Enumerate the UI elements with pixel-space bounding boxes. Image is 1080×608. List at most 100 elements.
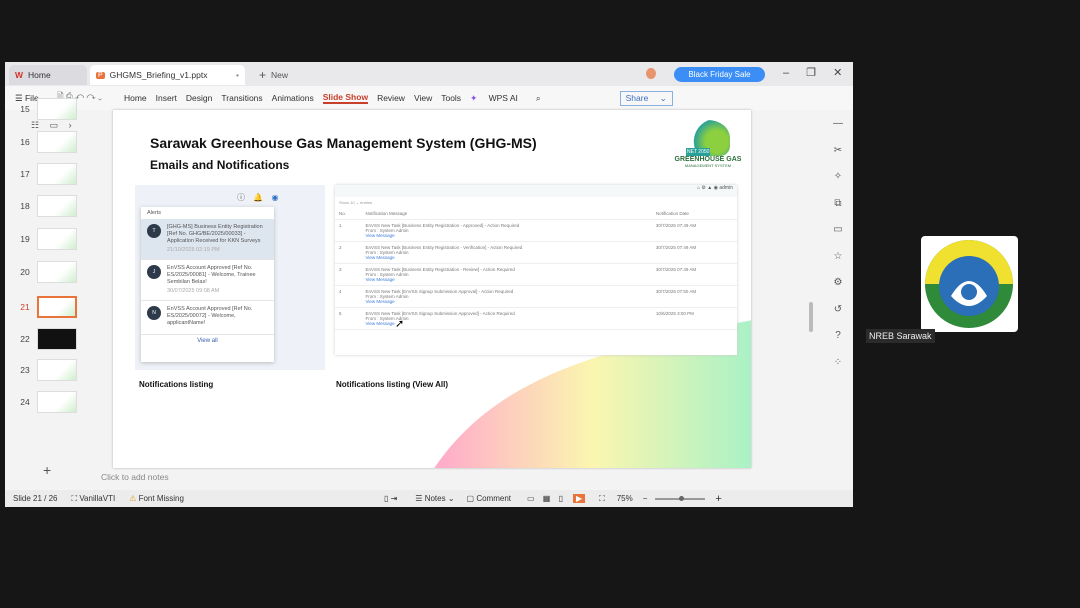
slide-number: 21 bbox=[20, 302, 30, 312]
notes-toggle[interactable]: ☰ Notes ⌄ bbox=[415, 494, 454, 503]
menu-home[interactable]: Home bbox=[124, 93, 147, 103]
slide-thumbnail[interactable]: 21 bbox=[13, 293, 93, 321]
view-message-link[interactable]: View Message bbox=[365, 321, 647, 326]
view-all-link[interactable]: View all bbox=[141, 335, 274, 344]
share-label: Share bbox=[625, 92, 649, 103]
theme-label[interactable]: ⛶ VanillaVTI bbox=[71, 494, 115, 504]
alert-text: [GHG-MS] Business Entity Registration [R… bbox=[167, 224, 263, 244]
row-date: 30/7/2025 07:50 AM bbox=[651, 285, 737, 308]
avatar[interactable] bbox=[646, 68, 656, 79]
menu-animations[interactable]: Animations bbox=[272, 93, 314, 103]
alerts-screenshot: ⓘ 🔔 ◉ Alerts T [GHG-MS] Business Entity R… bbox=[135, 185, 325, 370]
slide-thumbnail[interactable]: 17 bbox=[13, 160, 93, 188]
magic-icon[interactable]: ✧ bbox=[831, 171, 845, 185]
view-message-link[interactable]: View Message bbox=[365, 255, 647, 260]
fit-icon[interactable]: ⛶ bbox=[599, 494, 605, 504]
menu-slide-show[interactable]: Slide Show bbox=[322, 92, 369, 104]
slide-preview bbox=[37, 163, 77, 185]
page-size-select[interactable]: 10 bbox=[350, 200, 354, 205]
menu-transitions[interactable]: Transitions bbox=[221, 93, 262, 103]
alert-date: 21/10/2025 02:19 PM bbox=[167, 247, 220, 253]
menu-insert[interactable]: Insert bbox=[156, 93, 177, 103]
view-message-link[interactable]: View Message bbox=[365, 299, 647, 304]
view-message-link[interactable]: View Message bbox=[365, 233, 647, 238]
play-slideshow-icon[interactable]: ▶ bbox=[572, 494, 586, 503]
wps-window: W Home P GHGMS_Briefing_v1.pptx • + New Blac… bbox=[5, 62, 853, 507]
slide-thumbnail[interactable]: 22 bbox=[13, 325, 93, 353]
caption-left: Notifications listing bbox=[139, 380, 214, 389]
view-message-link[interactable]: View Message bbox=[365, 277, 647, 282]
row-no: 4 bbox=[335, 285, 362, 308]
tab-label: Home bbox=[28, 70, 51, 80]
view-mode-icons[interactable]: ▭ ▦ ▯ bbox=[527, 494, 563, 503]
slide-number: 18 bbox=[20, 201, 30, 211]
tab-document[interactable]: P GHGMS_Briefing_v1.pptx • bbox=[90, 65, 245, 85]
zoom-in-button[interactable]: + bbox=[715, 493, 721, 505]
black-friday-button[interactable]: Black Friday Sale bbox=[674, 67, 765, 82]
menu-tools[interactable]: Tools bbox=[441, 93, 461, 103]
settings-icon[interactable]: ⚙ bbox=[831, 277, 845, 291]
warning-icon: ⚠ bbox=[129, 494, 137, 503]
col-date: Notification Date bbox=[651, 208, 737, 220]
zoom-level[interactable]: 75% bbox=[617, 494, 633, 503]
zoom-slider[interactable] bbox=[655, 495, 706, 501]
slide-canvas[interactable]: Sarawak Greenhouse Gas Management System… bbox=[113, 110, 751, 468]
new-tab-button[interactable]: + New bbox=[253, 65, 294, 85]
row-date: 10/6/2025 3:00 PM bbox=[651, 307, 737, 330]
minus-icon[interactable]: — bbox=[831, 118, 845, 132]
slide-thumbnail[interactable]: 18 bbox=[13, 192, 93, 220]
menu-design[interactable]: Design bbox=[186, 93, 212, 103]
view-icons[interactable]: ▯ ⇥ bbox=[384, 494, 397, 503]
slide-number: 24 bbox=[20, 397, 30, 407]
grid-icon[interactable]: ⁘ bbox=[831, 357, 845, 371]
share-button[interactable]: Share ⌄ bbox=[619, 90, 673, 106]
slide-title: Sarawak Greenhouse Gas Management System… bbox=[150, 135, 537, 151]
slide-thumbnail[interactable]: 24 bbox=[13, 388, 93, 416]
slide-preview bbox=[37, 131, 77, 153]
close-tab-icon[interactable]: • bbox=[236, 70, 239, 80]
slide-thumbnail[interactable]: 19 bbox=[13, 225, 93, 253]
window-controls[interactable]: – ❐ ✕ bbox=[783, 66, 842, 79]
slide-preview bbox=[37, 359, 77, 381]
zoom-out-button[interactable]: − bbox=[643, 494, 648, 503]
tools-icon[interactable]: ✂ bbox=[831, 145, 845, 159]
alert-avatar: T bbox=[147, 224, 161, 238]
slide-thumbnail[interactable]: 16 bbox=[13, 128, 93, 156]
alert-item[interactable]: N EnVSS Account Approved [Ref No. ES/2025… bbox=[141, 301, 274, 335]
notes-label: Notes bbox=[424, 494, 446, 503]
plus-icon: + bbox=[259, 68, 267, 82]
col-no: No. bbox=[335, 208, 362, 220]
slide-thumbnail[interactable]: 15 bbox=[13, 95, 93, 123]
slide-thumbnail[interactable]: 20 bbox=[13, 258, 93, 286]
slide-counter: Slide 21 / 26 bbox=[13, 494, 58, 503]
menu-wps-ai[interactable]: ✦ WPS AI bbox=[470, 93, 527, 104]
tab-home[interactable]: W Home bbox=[9, 65, 87, 85]
user-label: admin bbox=[719, 185, 733, 191]
notes-field[interactable]: Click to add notes bbox=[93, 468, 813, 490]
alert-item[interactable]: J EnVSS Account Approved [Ref No. ES/2025… bbox=[141, 260, 274, 301]
help-icon[interactable]: ? bbox=[831, 330, 845, 344]
participant-video-tile[interactable] bbox=[921, 236, 1018, 332]
menu-review[interactable]: Review bbox=[377, 93, 405, 103]
scrollbar[interactable] bbox=[809, 302, 813, 332]
sparkle-icon: ✦ bbox=[470, 92, 478, 103]
slide-preview bbox=[37, 228, 77, 250]
comment-toggle[interactable]: ▢ Comment bbox=[467, 494, 511, 503]
entries-label: entries bbox=[360, 200, 373, 205]
history-icon[interactable]: ↺ bbox=[831, 304, 845, 318]
slide-preview bbox=[37, 261, 77, 283]
copy-icon[interactable]: ⧉ bbox=[831, 198, 845, 212]
table-row: 4 EnVSS New Task [EnVSS Signup Submission… bbox=[335, 285, 737, 308]
slide-preview bbox=[37, 296, 77, 318]
slide-thumbnails-panel: ☷ ▭ › 15 16 17 18 19 20 21 22 23 24 + bbox=[5, 98, 93, 490]
comment-icon[interactable]: ▭ bbox=[831, 224, 845, 238]
slide-thumbnail[interactable]: 23 bbox=[13, 356, 93, 384]
star-icon[interactable]: ☆ bbox=[831, 251, 845, 265]
search-icon[interactable]: ⌕ bbox=[536, 93, 541, 104]
show-label: Show bbox=[339, 200, 350, 205]
add-slide-button[interactable]: + bbox=[43, 462, 51, 478]
menu-view[interactable]: View bbox=[414, 93, 432, 103]
row-date: 30/7/2025 07:49 AM bbox=[651, 263, 737, 286]
font-missing[interactable]: ⚠ Font Missing bbox=[129, 494, 184, 503]
alert-item[interactable]: T [GHG-MS] Business Entity Registration [… bbox=[141, 219, 274, 260]
